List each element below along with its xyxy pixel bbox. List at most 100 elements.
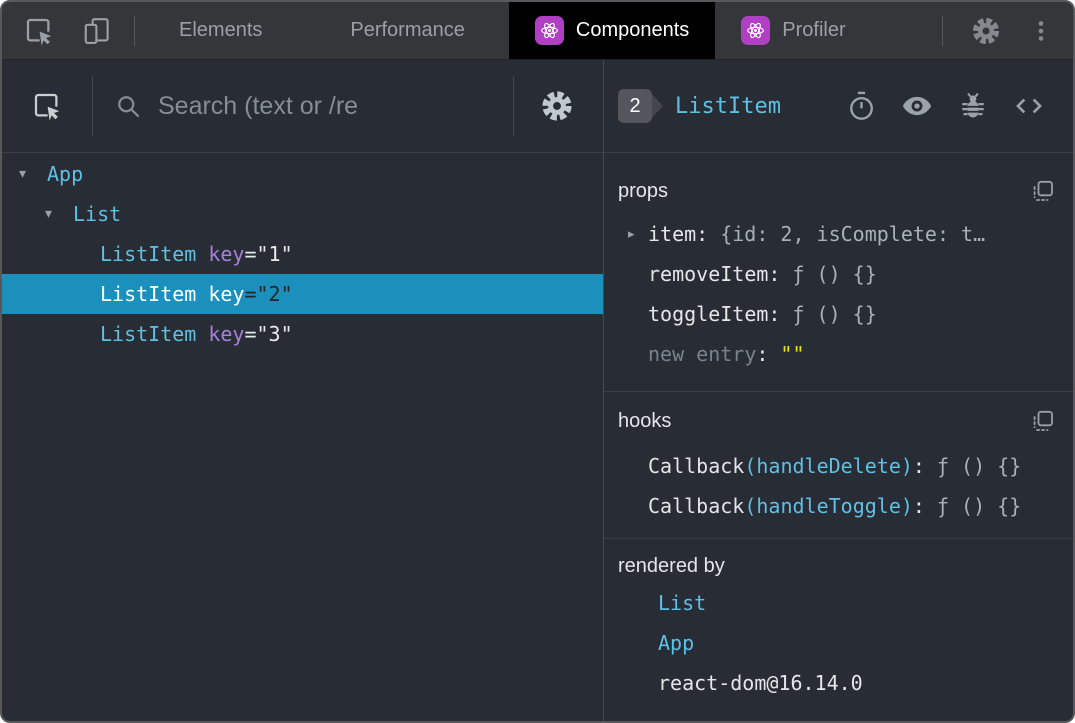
props-rows: ▸ item: {id: 2, isComplete: t… removeIte… <box>618 214 1059 374</box>
hook-value: ƒ () {} <box>936 454 1022 478</box>
hook-row-handletoggle[interactable]: Callback (handleToggle): ƒ () {} <box>618 486 1059 526</box>
hook-fn-name: (handleToggle) <box>744 494 913 518</box>
prop-name: toggleItem <box>648 302 769 326</box>
colon: : <box>912 494 925 518</box>
colon: : <box>696 222 709 246</box>
owner-link[interactable]: List <box>658 591 706 615</box>
element-badge: 2 <box>618 89 663 123</box>
rendered-by-rows: List App react-dom@16.14.0 <box>618 583 1059 703</box>
rendered-by-list[interactable]: List <box>618 583 1059 623</box>
prop-row-item[interactable]: ▸ item: {id: 2, isComplete: t… <box>618 214 1059 254</box>
props-section-title: props <box>618 180 669 202</box>
rendered-by-app[interactable]: App <box>618 623 1059 663</box>
prop-value: ƒ () {} <box>792 262 877 286</box>
tree-row-app[interactable]: ▾ App <box>2 154 603 194</box>
component-name: List <box>73 202 122 226</box>
devtools-window: Elements Performance Components Profiler… <box>0 0 1075 723</box>
log-bug-icon[interactable] <box>958 91 988 121</box>
tree-row-listitem-3[interactable]: ListItem key ="3" <box>2 314 603 354</box>
toolbar-left-icons <box>2 2 135 59</box>
tab-label: Components <box>575 19 690 41</box>
hooks-section: hooks Callback (handleDelete): ƒ () {} Ca… <box>604 392 1073 539</box>
component-tree: ▾ App ▾ List ListItem key ="1" ListItem key… <box>2 153 603 721</box>
component-name: ListItem <box>100 322 197 346</box>
react-logo-icon <box>741 16 771 45</box>
tab-profiler[interactable]: Profiler <box>715 2 871 59</box>
key-attr-value: ="2" <box>244 282 293 306</box>
renderer-version: react-dom@16.14.0 <box>658 671 863 695</box>
tab-label: Elements <box>179 19 263 41</box>
prop-name: item <box>648 222 697 246</box>
tab-label: Performance <box>350 19 465 41</box>
components-tree-panel: ▾ App ▾ List ListItemkey="1" ListItemkey… <box>2 60 604 721</box>
prop-name: removeItem <box>648 262 769 286</box>
settings-gear-icon[interactable] <box>969 14 1003 48</box>
tree-row-list[interactable]: ▾ List <box>2 194 603 234</box>
component-name: ListItem <box>100 282 197 306</box>
react-logo-icon <box>534 16 564 45</box>
tab-elements[interactable]: Elements <box>135 2 306 59</box>
toolbar-divider <box>942 15 943 46</box>
prop-row-removeitem[interactable]: removeItem: ƒ () {} <box>618 254 1059 294</box>
toolbar-divider <box>513 76 514 136</box>
main-area: ▾ App ▾ List ListItemkey="1" ListItemkey… <box>2 60 1073 721</box>
new-entry-value[interactable]: "" <box>780 342 804 366</box>
kebab-menu-icon[interactable] <box>1029 16 1053 46</box>
view-source-code-icon[interactable] <box>1013 92 1045 120</box>
copy-props-icon[interactable] <box>1031 179 1055 203</box>
prop-value: {id: 2, isComplete: t… <box>720 222 986 246</box>
hook-type: Callback <box>648 494 745 518</box>
search-bar <box>115 90 513 122</box>
badge-count: 2 <box>618 89 652 123</box>
tab-performance[interactable]: Performance <box>306 2 509 59</box>
tree-row-listitem-2-selected[interactable]: ListItem key ="2" <box>2 274 603 314</box>
key-attr-name: key <box>208 242 245 266</box>
prop-row-toggleitem[interactable]: toggleItem: ƒ () {} <box>618 294 1059 334</box>
rendered-by-section: rendered by List App react-dom@16.14.0 <box>604 539 1073 721</box>
colon: : <box>912 454 925 478</box>
copy-hooks-icon[interactable] <box>1031 409 1055 433</box>
main-toolbar: Elements Performance Components Profiler <box>2 2 1073 60</box>
tree-row-listitem-1[interactable]: ListItem key ="1" <box>2 234 603 274</box>
suspend-timer-icon[interactable] <box>847 91 876 122</box>
hooks-rows: Callback (handleDelete): ƒ () {} Callback… <box>618 446 1059 526</box>
rendered-by-title: rendered by <box>618 555 725 577</box>
tree-toolbar <box>2 60 603 153</box>
selected-component-header: 2 ListItem <box>604 60 1073 153</box>
owner-link[interactable]: App <box>658 631 694 655</box>
colon: : <box>768 262 781 286</box>
props-section: props ▸ item: {id: 2, isComplete: t… rem… <box>604 153 1073 392</box>
new-entry-name[interactable]: new entry <box>648 342 756 366</box>
hook-row-handledelete[interactable]: Callback (handleDelete): ƒ () {} <box>618 446 1059 486</box>
inspect-element-icon[interactable] <box>32 91 62 121</box>
component-name: App <box>47 162 84 186</box>
key-attr-name: key <box>208 322 245 346</box>
inspect-element-icon[interactable] <box>24 16 54 46</box>
key-attr-value: ="3" <box>244 322 293 346</box>
rendered-by-react-dom: react-dom@16.14.0 <box>618 663 1059 703</box>
inspect-dom-eye-icon[interactable] <box>901 90 933 122</box>
hook-value: ƒ () {} <box>936 494 1022 518</box>
key-attr-name: key <box>208 282 245 306</box>
device-toolbar-icon[interactable] <box>82 16 112 46</box>
toolbar-right-icons <box>942 2 1073 59</box>
search-input[interactable] <box>156 90 486 122</box>
expander-closed-icon[interactable]: ▸ <box>628 227 648 242</box>
key-attr-value: ="1" <box>244 242 293 266</box>
view-settings-gear-icon[interactable] <box>538 87 576 125</box>
expander-open-icon[interactable]: ▾ <box>19 166 47 182</box>
search-icon <box>115 93 142 120</box>
colon: : <box>768 302 781 326</box>
toolbar-divider <box>92 76 93 136</box>
hook-type: Callback <box>648 454 745 478</box>
hook-fn-name: (handleDelete) <box>744 454 913 478</box>
colon: : <box>756 342 769 366</box>
prop-value: ƒ () {} <box>792 302 877 326</box>
expander-open-icon[interactable]: ▾ <box>45 206 73 222</box>
inspected-element-panel: 2 ListItem props ▸ item: {id: 2, isComp… <box>604 60 1073 721</box>
hooks-section-title: hooks <box>618 410 672 432</box>
component-name: ListItem <box>100 242 197 266</box>
prop-row-new-entry[interactable]: new entry: "" <box>618 334 1059 374</box>
tab-components[interactable]: Components <box>508 2 716 59</box>
header-action-icons <box>847 90 1045 122</box>
